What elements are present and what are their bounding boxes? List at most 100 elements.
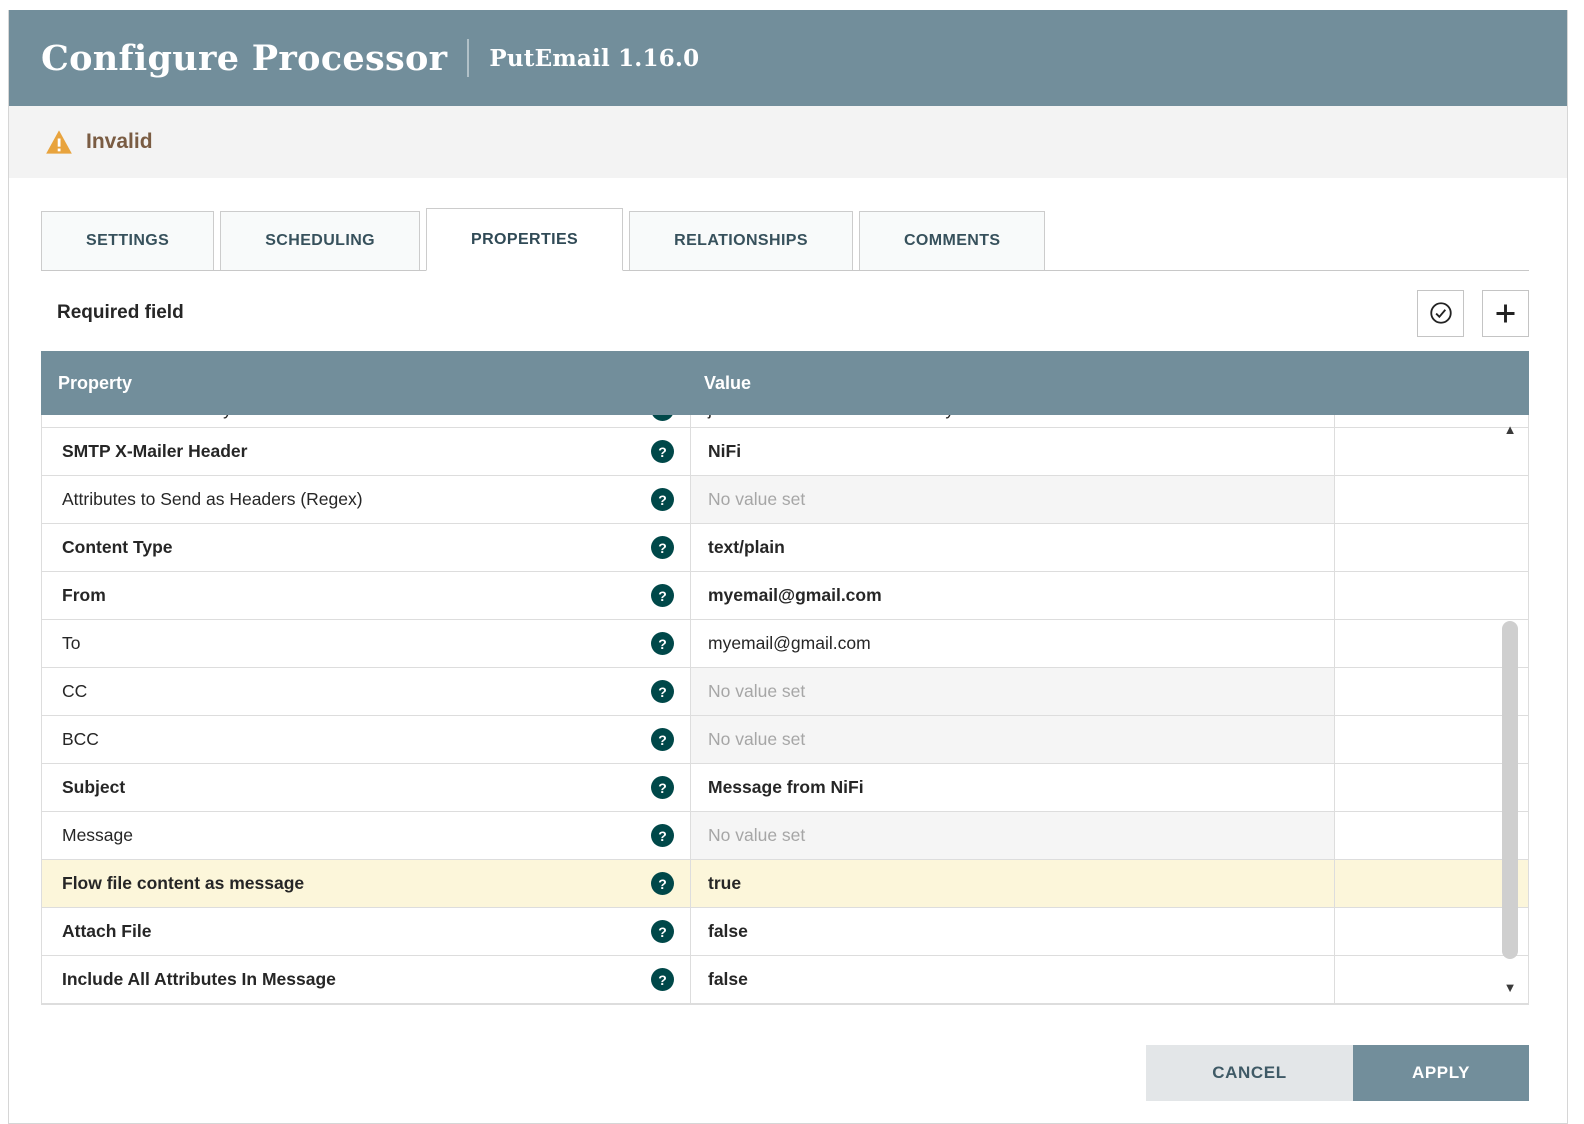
scrollbar-track[interactable]	[1497, 436, 1523, 981]
property-row: Message? No value set	[42, 812, 1528, 860]
property-row: Content Type? text/plain	[42, 524, 1528, 572]
property-value-cell[interactable]: true	[690, 860, 1334, 907]
warning-icon	[45, 129, 73, 155]
property-name-cell: Attributes to Send as Headers (Regex)?	[42, 476, 690, 523]
help-icon[interactable]: ?	[651, 536, 674, 559]
property-name: From	[62, 585, 106, 605]
property-value: No value set	[708, 729, 806, 749]
help-icon[interactable]: ?	[651, 920, 674, 943]
help-icon[interactable]: ?	[651, 488, 674, 511]
configure-processor-dialog: Configure Processor PutEmail 1.16.0 Inva…	[8, 10, 1568, 1124]
property-name-cell: From?	[42, 572, 690, 619]
plus-icon	[1492, 300, 1519, 327]
property-name: Attach File	[62, 921, 152, 941]
properties-toolbar: Required field	[41, 289, 1529, 337]
property-name-cell: SMTP Socket Factory?	[42, 415, 690, 427]
help-icon[interactable]: ?	[651, 872, 674, 895]
property-row: SMTP Socket Factory? javax.net.ssl.SSLSoc…	[42, 415, 1528, 428]
help-icon[interactable]: ?	[651, 728, 674, 751]
property-value: true	[708, 873, 742, 893]
property-value: No value set	[708, 825, 806, 845]
scroll-down-icon[interactable]: ▼	[1504, 981, 1517, 994]
toolbar-buttons	[1417, 289, 1529, 337]
property-value: false	[708, 969, 748, 989]
properties-table: Property Value SMTP Socket Factory? javax…	[41, 351, 1529, 1005]
tab-relationships[interactable]: RELATIONSHIPS	[629, 211, 853, 271]
property-value-cell[interactable]: false	[690, 908, 1334, 955]
cancel-button[interactable]: CANCEL	[1146, 1045, 1353, 1101]
column-header-value: Value	[704, 372, 752, 393]
property-name: Subject	[62, 777, 126, 797]
property-name: Include All Attributes In Message	[62, 969, 336, 989]
help-icon[interactable]: ?	[651, 584, 674, 607]
dialog-header: Configure Processor PutEmail 1.16.0	[9, 10, 1567, 106]
required-field-label: Required field	[57, 302, 184, 323]
property-name: SMTP Socket Factory	[62, 415, 232, 420]
property-name: Content Type	[62, 537, 173, 557]
add-property-button[interactable]	[1482, 289, 1529, 337]
property-value-cell[interactable]: No value set	[690, 716, 1334, 763]
property-value-cell[interactable]: NiFi	[690, 428, 1334, 475]
dialog-content: SETTINGS SCHEDULING PROPERTIES RELATIONSHIP…	[9, 178, 1567, 1123]
property-name-cell: Content Type?	[42, 524, 690, 571]
property-row: Include All Attributes In Message? false	[42, 956, 1528, 1004]
property-value-cell[interactable]: No value set	[690, 476, 1334, 523]
property-name-cell: SMTP X-Mailer Header?	[42, 428, 690, 475]
scroll-up-icon[interactable]: ▲	[1504, 423, 1517, 436]
dialog-footer: CANCEL APPLY	[41, 1005, 1529, 1123]
property-row: From? myemail@gmail.com	[42, 572, 1528, 620]
property-value-cell[interactable]: myemail@gmail.com	[690, 572, 1334, 619]
help-icon[interactable]: ?	[651, 968, 674, 991]
validation-banner: Invalid	[9, 106, 1567, 178]
scrollbar-thumb[interactable]	[1502, 621, 1518, 960]
help-icon[interactable]: ?	[651, 632, 674, 655]
help-icon[interactable]: ?	[651, 824, 674, 847]
property-name: SMTP X-Mailer Header	[62, 441, 248, 461]
verify-properties-button[interactable]	[1417, 289, 1464, 337]
property-name: Flow file content as message	[62, 873, 305, 893]
property-value-cell[interactable]: myemail@gmail.com	[690, 620, 1334, 667]
property-name: BCC	[62, 729, 99, 749]
help-icon[interactable]: ?	[651, 776, 674, 799]
tab-scheduling[interactable]: SCHEDULING	[220, 211, 420, 271]
property-name-cell: Subject?	[42, 764, 690, 811]
apply-button[interactable]: APPLY	[1353, 1045, 1529, 1101]
property-row: To? myemail@gmail.com	[42, 620, 1528, 668]
property-value: myemail@gmail.com	[708, 585, 882, 605]
property-name-cell: Message?	[42, 812, 690, 859]
column-header-property: Property	[58, 372, 133, 393]
property-value: javax.net.ssl.SSLSocketFactory	[708, 415, 954, 420]
tab-properties[interactable]: PROPERTIES	[426, 208, 624, 271]
property-value: myemail@gmail.com	[708, 633, 871, 653]
property-value: false	[708, 921, 748, 941]
property-value: No value set	[708, 489, 806, 509]
help-icon[interactable]: ?	[651, 415, 674, 421]
property-name-cell: Include All Attributes In Message?	[42, 956, 690, 1003]
property-value: text/plain	[708, 537, 785, 557]
property-value-cell[interactable]: No value set	[690, 668, 1334, 715]
property-value: Message from NiFi	[708, 777, 864, 797]
property-name-cell: CC?	[42, 668, 690, 715]
property-value: NiFi	[708, 441, 742, 461]
property-row: CC? No value set	[42, 668, 1528, 716]
check-circle-icon	[1428, 300, 1454, 326]
property-value-cell[interactable]: text/plain	[690, 524, 1334, 571]
property-row: Subject? Message from NiFi	[42, 764, 1528, 812]
table-header-row: Property Value	[41, 351, 1529, 415]
property-row: Attach File? false	[42, 908, 1528, 956]
property-value-cell[interactable]: false	[690, 956, 1334, 1003]
property-value-cell[interactable]: Message from NiFi	[690, 764, 1334, 811]
property-value-cell[interactable]: javax.net.ssl.SSLSocketFactory	[690, 415, 1334, 427]
property-name: CC	[62, 681, 88, 701]
title-divider	[467, 39, 470, 77]
help-icon[interactable]: ?	[651, 440, 674, 463]
table-scrollbar[interactable]: ▲ ▼	[1497, 423, 1523, 994]
property-name-cell: BCC?	[42, 716, 690, 763]
tab-settings[interactable]: SETTINGS	[41, 211, 215, 271]
help-icon[interactable]: ?	[651, 680, 674, 703]
tab-comments[interactable]: COMMENTS	[858, 211, 1046, 271]
dialog-title: Configure Processor	[41, 37, 448, 79]
property-name: Message	[62, 825, 134, 845]
property-value-cell[interactable]: No value set	[690, 812, 1334, 859]
validation-status-text: Invalid	[86, 130, 153, 153]
